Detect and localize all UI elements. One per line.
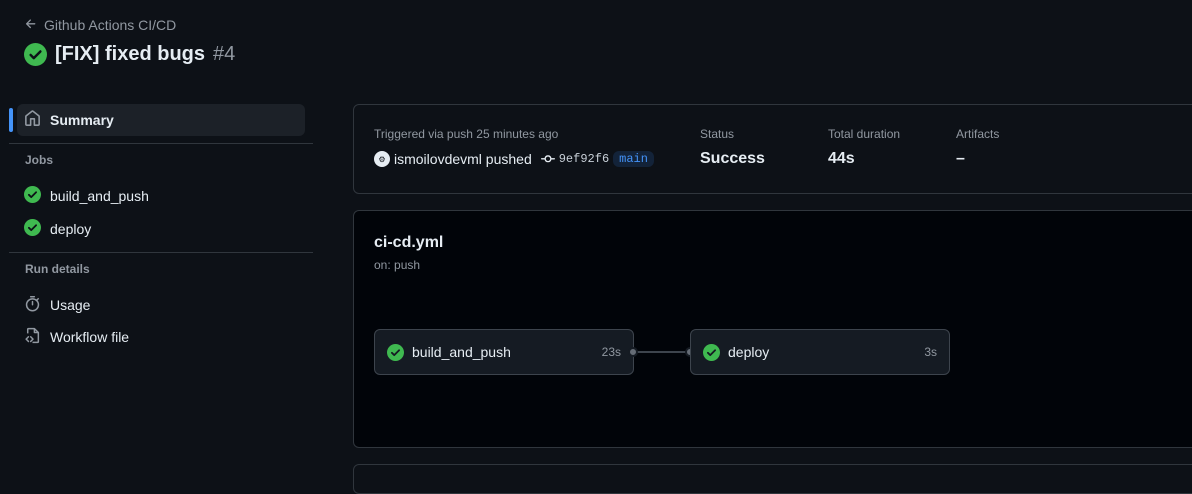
sidebar-item-label: Usage (50, 297, 91, 313)
workflow-trigger: on: push (374, 258, 421, 272)
check-circle-icon (387, 343, 404, 361)
run-summary-card: Triggered via push 25 minutes ago ⚙ ismo… (353, 104, 1192, 194)
arrow-left-icon (24, 17, 38, 34)
stopwatch-icon (24, 295, 41, 315)
next-card (353, 464, 1192, 494)
sidebar-item-deploy[interactable]: deploy (17, 213, 305, 245)
run-title: [FIX] fixed bugs (55, 43, 205, 65)
job-connector (634, 351, 691, 353)
job-node-build-and-push[interactable]: build_and_push 23s (374, 329, 634, 375)
back-link-label[interactable]: Github Actions CI/CD (44, 17, 176, 33)
commit-sha-link[interactable]: 9ef92f6 (559, 152, 609, 166)
artifacts-stat: Artifacts – (956, 127, 999, 168)
status-label: Status (700, 127, 735, 141)
status-value: Success (700, 150, 765, 167)
check-circle-icon (24, 43, 47, 66)
sidebar-item-build-and-push[interactable]: build_and_push (17, 180, 305, 212)
check-circle-icon (24, 219, 41, 239)
job-node-deploy[interactable]: deploy 3s (690, 329, 950, 375)
duration-value: 44s (828, 150, 855, 167)
check-circle-icon (703, 343, 720, 361)
artifacts-label: Artifacts (956, 127, 1000, 141)
job-name: deploy (728, 344, 770, 360)
run-details-heading: Run details (25, 262, 90, 276)
job-duration: 3s (924, 345, 937, 359)
actor-link[interactable]: ismoilovdevml pushed (394, 151, 532, 167)
job-name: build_and_push (412, 344, 511, 360)
sidebar-item-label: build_and_push (50, 188, 149, 204)
trigger-text: Triggered via push 25 minutes ago (374, 127, 559, 141)
sidebar-item-usage[interactable]: Usage (17, 289, 305, 321)
sidebar-item-label: Summary (50, 112, 114, 128)
sidebar-item-summary[interactable]: Summary (9, 104, 305, 136)
file-code-icon (24, 327, 41, 347)
git-commit-icon (540, 152, 555, 166)
trigger-details: ⚙ ismoilovdevml pushed 9ef92f6 main (374, 151, 654, 167)
connector-dot (628, 347, 638, 357)
run-header: Github Actions CI/CD [FIX] fixed bugs #4 (24, 14, 235, 66)
home-icon (24, 110, 41, 130)
sidebar-item-workflow-file[interactable]: Workflow file (17, 321, 305, 353)
page-title: [FIX] fixed bugs #4 (24, 43, 235, 66)
workflow-graph-card: ci-cd.yml on: push build_and_push 23s de… (353, 210, 1192, 448)
job-duration: 23s (601, 345, 621, 359)
workflow-file-name[interactable]: ci-cd.yml (374, 234, 443, 252)
sidebar: Summary Jobs build_and_push deploy Run d… (0, 104, 320, 353)
sidebar-item-label: deploy (50, 221, 92, 237)
run-number: #4 (213, 43, 236, 65)
back-to-workflow-link[interactable]: Github Actions CI/CD (24, 14, 235, 36)
avatar[interactable]: ⚙ (374, 151, 390, 167)
branch-badge[interactable]: main (613, 151, 654, 167)
duration-stat: Total duration 44s (828, 127, 900, 168)
artifacts-value: – (956, 150, 965, 167)
duration-label: Total duration (828, 127, 901, 141)
jobs-heading: Jobs (25, 153, 54, 167)
check-circle-icon (24, 186, 41, 206)
status-stat: Status Success (700, 127, 765, 168)
sidebar-item-label: Workflow file (50, 329, 130, 345)
